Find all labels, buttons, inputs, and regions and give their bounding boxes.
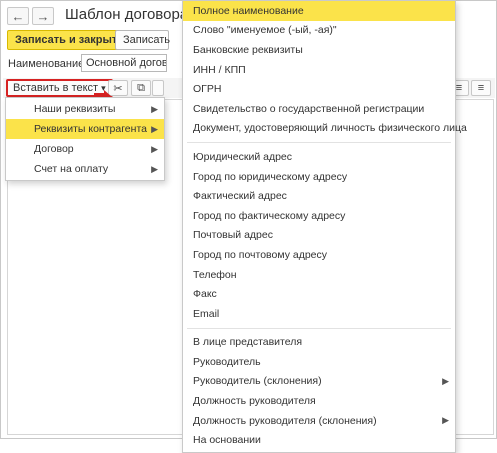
save-close-button[interactable]: Записать и закрыть <box>7 30 133 50</box>
menu-item-label: Email <box>193 307 220 320</box>
menu-item-label: Документ, удостоверяющий личность физиче… <box>193 122 467 135</box>
menu-item-label: Должность руководителя <box>193 395 316 408</box>
menu-item-label: Слово "именуемое (-ый, -ая)" <box>193 24 337 37</box>
menu-item-label: Свидетельство о государственной регистра… <box>193 102 425 115</box>
main-menu-item[interactable]: Юридический адрес <box>183 147 455 167</box>
main-menu-item[interactable]: Должность руководителя (склонения) ▶ <box>183 411 455 431</box>
insert-label: Вставить в текст <box>13 82 99 94</box>
menu-item-label: ИНН / КПП <box>193 63 246 76</box>
chevron-right-icon: ▶ <box>151 163 158 174</box>
menu-item-label: Факс <box>193 288 217 301</box>
main-menu-item[interactable]: Почтовый адрес <box>183 226 455 246</box>
menu-item-label: Должность руководителя (склонения) <box>193 414 377 427</box>
menu-item-label: Договор <box>34 143 74 155</box>
menu-item-label: Банковские реквизиты <box>193 43 303 56</box>
menu-separator <box>187 327 451 329</box>
menu-item-label: Город по юридическому адресу <box>193 170 348 183</box>
main-menu-item[interactable]: ИНН / КПП <box>183 60 455 80</box>
main-menu-item[interactable]: Банковские реквизиты <box>183 40 455 60</box>
chevron-right-icon: ▶ <box>151 123 158 134</box>
menu-item-label: Телефон <box>193 268 237 281</box>
main-menu-item[interactable]: На основании <box>183 430 455 450</box>
save-button[interactable]: Записать <box>115 30 170 50</box>
main-menu-item[interactable]: Фактический адрес <box>183 186 455 206</box>
main-menu-item[interactable]: ОГРН <box>183 79 455 99</box>
main-menu-item[interactable]: Телефон <box>183 265 455 285</box>
menu-item-label: Город по фактическому адресу <box>193 209 346 222</box>
menu-item-label: Реквизиты контрагента <box>34 123 147 135</box>
submenu-item[interactable]: Наши реквизиты ▶ <box>6 99 164 119</box>
submenu-item[interactable]: Реквизиты контрагента ▶ <box>6 119 164 139</box>
copy-icon[interactable]: ⧉ <box>131 80 151 96</box>
main-menu-item[interactable]: Город по юридическому адресу <box>183 167 455 187</box>
window-title: Шаблон договора <box>65 6 189 23</box>
main-menu-item[interactable]: Слово "именуемое (-ый, -ая)" <box>183 21 455 41</box>
main-menu-item[interactable]: Документ, удостоверяющий личность физиче… <box>183 119 467 139</box>
submenu-item[interactable]: Договор ▶ <box>6 139 164 159</box>
main-menu-item[interactable]: Факс <box>183 284 455 304</box>
back-button[interactable]: ← <box>7 7 29 25</box>
align-right-icon[interactable]: ≡ <box>471 80 491 96</box>
arrow-left-icon: ← <box>11 8 25 24</box>
forward-button[interactable]: → <box>32 7 54 25</box>
main-menu-item[interactable]: Руководитель (склонения) ▶ <box>183 372 455 392</box>
menu-item-label: Счет на оплату <box>34 163 109 175</box>
main-menu-item[interactable]: Свидетельство о государственной регистра… <box>183 99 455 119</box>
paste-icon[interactable] <box>152 80 164 96</box>
main-menu-item[interactable]: Город по фактическому адресу <box>183 206 455 226</box>
menu-item-label: Фактический адрес <box>193 190 287 203</box>
menu-item-label: На основании <box>193 434 261 447</box>
chevron-right-icon: ▶ <box>442 415 449 426</box>
submenu-item[interactable]: Счет на оплату ▶ <box>6 159 164 179</box>
chevron-right-icon: ▶ <box>151 143 158 154</box>
insert-submenu: Наши реквизиты ▶ Реквизиты контрагента ▶ Дог… <box>5 97 165 181</box>
menu-item-label: ОГРН <box>193 83 222 96</box>
menu-item-label: Город по почтовому адресу <box>193 248 328 261</box>
menu-item-label: Почтовый адрес <box>193 229 273 242</box>
main-menu-item[interactable]: Email <box>183 304 455 324</box>
main-menu-item[interactable]: Руководитель <box>183 352 455 372</box>
main-menu-item[interactable]: Город по почтовому адресу <box>183 245 455 265</box>
chevron-right-icon: ▶ <box>442 375 449 386</box>
name-label: Наименование: <box>8 58 88 70</box>
menu-item-label: Руководитель <box>193 355 261 368</box>
menu-item-label: Руководитель (склонения) <box>193 375 322 388</box>
main-menu-item[interactable]: В лице представителя <box>183 333 455 353</box>
menu-item-label: Полное наименование <box>193 4 304 17</box>
menu-item-label: В лице представителя <box>193 336 303 349</box>
main-menu-item[interactable]: Полное наименование <box>183 1 455 21</box>
counterparty-requisites-menu: Полное наименование Слово "именуемое (-ый… <box>182 0 467 453</box>
name-input[interactable]: Основной договор <box>81 54 167 72</box>
chevron-right-icon: ▶ <box>151 103 158 114</box>
main-menu-item[interactable]: Должность руководителя <box>183 391 455 411</box>
menu-item-label: Наши реквизиты <box>34 103 116 115</box>
menu-separator <box>187 142 451 144</box>
arrow-right-icon: → <box>36 8 50 24</box>
menu-item-label: Юридический адрес <box>193 150 293 163</box>
